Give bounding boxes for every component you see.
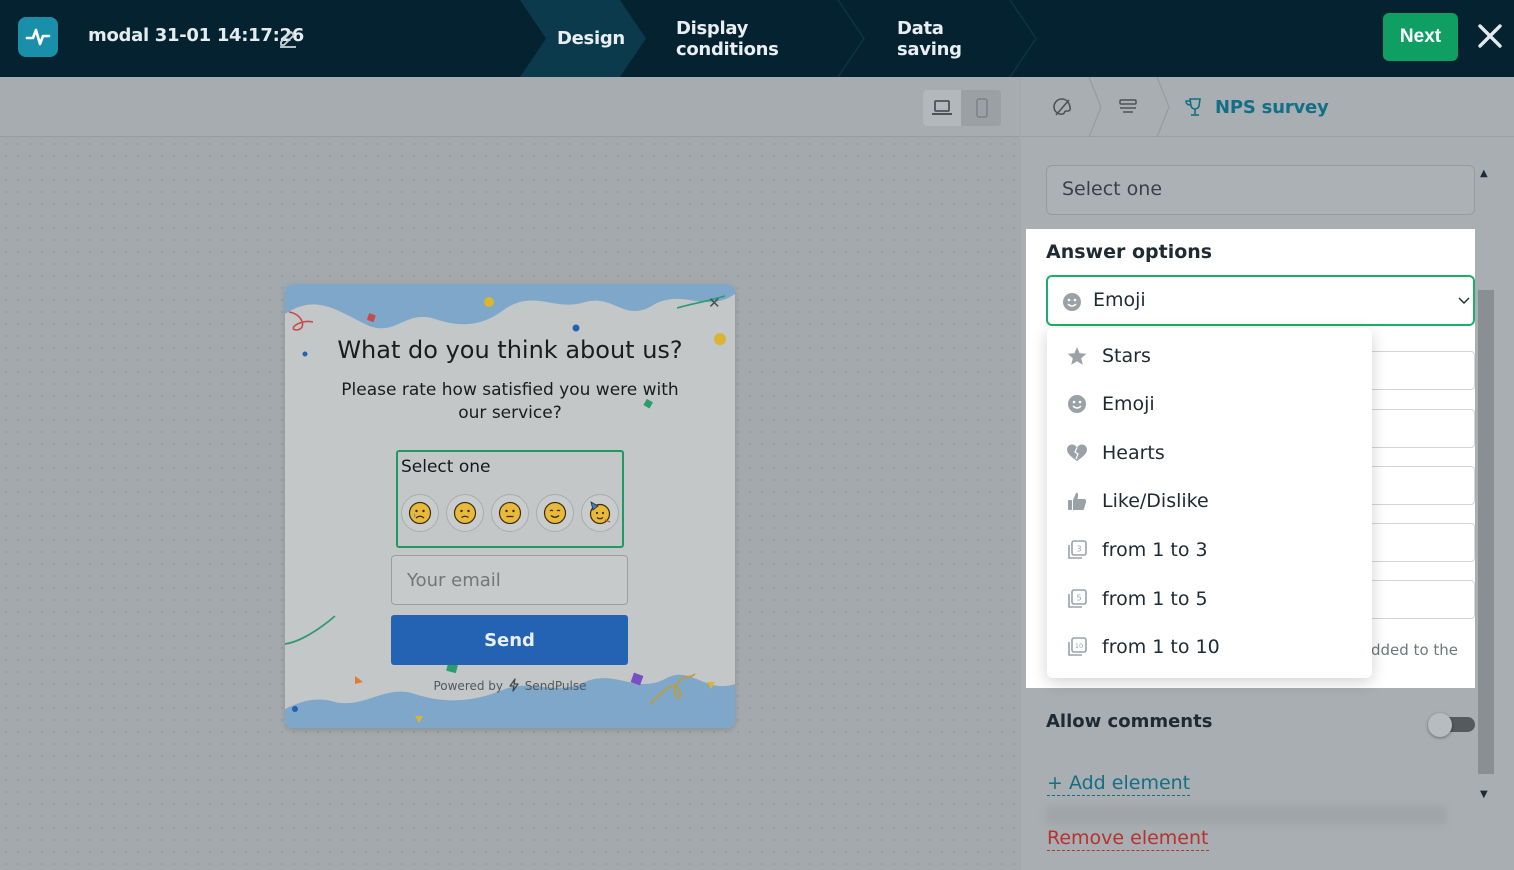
scrollbar-thumb[interactable] [1478, 290, 1494, 774]
nps-rating-block[interactable]: Select one [396, 450, 624, 548]
toggle-knob [1428, 713, 1452, 737]
brand-name: SendPulse [524, 679, 587, 693]
crumb-nps-survey: NPS survey [1183, 77, 1329, 137]
dropdown-item-label: Like/Dislike [1102, 490, 1209, 512]
chevron-down-icon [1458, 297, 1470, 304]
next-button[interactable]: Next [1383, 13, 1458, 61]
tab-display-conditions[interactable]: Display conditions [676, 0, 779, 77]
popup-subtitle: Please rate how satisfied you were with … [341, 380, 679, 423]
panel-divider [1046, 806, 1446, 824]
dropdown-item-scale-10[interactable]: 10 from 1 to 10 [1047, 623, 1372, 671]
trophy-icon [1185, 98, 1201, 116]
dropdown-item-stars[interactable]: Stars [1047, 332, 1372, 380]
answer-options-label: Answer options [1046, 241, 1213, 263]
rating-option-4[interactable] [536, 494, 574, 532]
tab-data-saving[interactable]: Data saving [897, 0, 962, 77]
device-toggle [923, 90, 1001, 126]
option-field-1[interactable] [1366, 351, 1475, 390]
laptop-icon [932, 100, 952, 115]
crying-face-icon [408, 501, 432, 525]
mobile-view-button[interactable] [963, 90, 1001, 126]
powered-by[interactable]: Powered by SendPulse [285, 678, 735, 693]
email-input[interactable] [391, 555, 628, 605]
palette-icon [1053, 98, 1071, 116]
dropdown-item-label: Hearts [1102, 442, 1165, 464]
panel-breadcrumb: NPS survey [1021, 77, 1514, 137]
panel-title: NPS survey [1215, 96, 1329, 118]
rating-option-5[interactable] [581, 494, 619, 532]
popup-title: What do you think about us? [337, 336, 683, 364]
dropdown-item-scale-3[interactable]: 3 from 1 to 3 [1047, 526, 1372, 574]
scroll-up-arrow[interactable]: ▲ [1480, 168, 1488, 179]
dropdown-item-scale-5[interactable]: 5 from 1 to 5 [1047, 575, 1372, 623]
canvas-toolbar [0, 77, 1020, 137]
smiling-face-icon [543, 501, 567, 525]
add-element-link[interactable]: + Add element [1047, 771, 1191, 796]
crumb-form[interactable] [1117, 77, 1139, 137]
answer-options-select[interactable]: Emoji [1046, 275, 1475, 326]
tab-design[interactable]: Design [557, 0, 625, 77]
rating-option-2[interactable] [446, 494, 484, 532]
dropdown-item-like-dislike[interactable]: Like/Dislike [1047, 477, 1372, 525]
dropdown-item-emoji[interactable]: Emoji [1047, 380, 1372, 428]
dropdown-item-label: Emoji [1102, 393, 1155, 415]
send-button[interactable]: Send [391, 615, 628, 665]
partying-face-icon [589, 501, 611, 525]
breadcrumb-separators [1088, 77, 1170, 137]
app-logo-icon[interactable] [18, 17, 58, 57]
rating-option-3[interactable] [491, 494, 529, 532]
rating-option-1[interactable] [401, 494, 439, 532]
lightning-icon [509, 678, 519, 692]
popup-close-icon[interactable]: ✕ [708, 294, 721, 312]
option-field-2[interactable] [1366, 409, 1475, 448]
answer-options-dropdown: Stars Emoji Hearts Like/Dislike 3 from 1… [1047, 328, 1372, 678]
scale-10-icon: 10 [1065, 635, 1089, 659]
scale-3-icon: 3 [1065, 538, 1089, 562]
svg-text:10: 10 [1075, 642, 1083, 650]
option-field-5[interactable] [1366, 580, 1475, 619]
emoji-rating-row [401, 494, 619, 532]
heart-icon [1065, 441, 1089, 465]
star-icon [1065, 344, 1089, 368]
dropdown-item-label: from 1 to 5 [1102, 588, 1208, 610]
form-title: modal 31-01 14:17:26 [88, 25, 304, 46]
popup-preview[interactable]: ✕ What do you think about us? Please rat… [285, 284, 735, 728]
close-icon[interactable] [1476, 22, 1504, 50]
svg-text:3: 3 [1076, 545, 1081, 554]
emoji-icon [1063, 293, 1081, 311]
dropdown-item-label: from 1 to 3 [1102, 539, 1208, 561]
edit-title-icon[interactable] [277, 26, 299, 48]
svg-text:5: 5 [1076, 594, 1081, 603]
dropdown-item-label: Stars [1102, 345, 1151, 367]
powered-by-text: Powered by [433, 679, 504, 693]
hint-text: dded to the [1371, 641, 1459, 659]
option-field-4[interactable] [1366, 523, 1475, 562]
emoji-icon [1065, 392, 1089, 416]
question-text-field[interactable]: Select one [1046, 165, 1475, 215]
allow-comments-label: Allow comments [1046, 711, 1213, 732]
desktop-view-button[interactable] [923, 90, 961, 126]
phone-icon [976, 98, 988, 118]
top-bar: modal 31-01 14:17:26 Design Display cond… [0, 0, 1514, 77]
form-layout-icon [1119, 99, 1137, 113]
nps-label: Select one [401, 457, 491, 477]
answer-options-value: Emoji [1093, 289, 1146, 311]
remove-element-link[interactable]: Remove element [1047, 826, 1209, 851]
scale-5-icon: 5 [1065, 587, 1089, 611]
dropdown-item-hearts[interactable]: Hearts [1047, 429, 1372, 477]
scroll-down-arrow[interactable]: ▼ [1480, 789, 1488, 800]
dropdown-item-label: from 1 to 10 [1102, 636, 1220, 658]
neutral-face-icon [498, 501, 522, 525]
crumb-theme[interactable] [1051, 77, 1073, 137]
option-field-3[interactable] [1366, 466, 1475, 505]
allow-comments-toggle[interactable] [1428, 713, 1475, 737]
frowning-face-icon [453, 501, 477, 525]
thumbs-up-icon [1065, 489, 1089, 513]
